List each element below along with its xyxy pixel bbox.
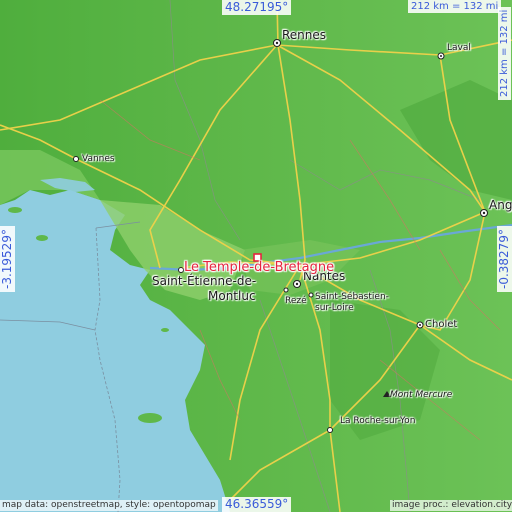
scale-label-right: 212 km = 132 mi xyxy=(498,6,511,100)
highlight-place-label: Le Temple-de-Bretagne xyxy=(184,260,335,275)
terrain-layer xyxy=(0,0,512,512)
coord-left-longitude: -3.19529° xyxy=(0,226,15,292)
scale-label-top: 212 km = 132 mi xyxy=(408,0,502,13)
city-label-saint-etienne: Saint-Étienne-de- xyxy=(152,274,257,288)
credit-map-data: map data: openstreetmap, style: opentopo… xyxy=(0,500,218,511)
map-canvas[interactable]: Rennes Laval Vannes Angers Nantes Saint-… xyxy=(0,0,512,512)
credit-image-proc: image proc.: elevation.city xyxy=(390,500,512,511)
city-label-montluc: Montluc xyxy=(208,289,256,303)
coord-top-latitude: 48.27195° xyxy=(222,0,292,15)
city-label-angers: Angers xyxy=(489,198,512,212)
city-label-la-roche: La Roche-sur-Yon xyxy=(340,416,416,426)
city-label-laval: Laval xyxy=(447,43,471,53)
city-label-rennes: Rennes xyxy=(282,28,327,42)
city-label-vannes: Vannes xyxy=(82,154,115,164)
coord-right-longitude: -0.38279° xyxy=(497,226,512,292)
city-label-reze: Rezé xyxy=(285,296,307,306)
city-label-sur-loire: sur-Loire xyxy=(315,303,354,313)
city-label-cholet: Cholet xyxy=(425,319,458,330)
city-label-saint-sebastien: Saint-Sébastien- xyxy=(315,292,389,302)
coord-bottom-latitude: 46.36559° xyxy=(222,497,292,512)
peak-label-mont-mercure: Mont Mercure xyxy=(390,390,453,400)
